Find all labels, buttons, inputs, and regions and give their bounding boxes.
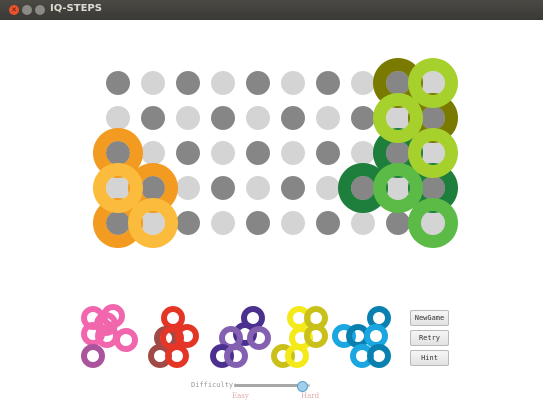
peg-hole [351,176,375,200]
peg-hole [176,71,200,95]
retry-button[interactable]: Retry [410,330,449,346]
peg-hole [421,71,445,95]
peg-hole [281,211,305,235]
peg-hole [246,106,270,130]
hint-button[interactable]: Hint [410,350,449,366]
peg-hole [106,71,130,95]
peg-hole [386,71,410,95]
tray-piece-yellow-ring[interactable] [304,324,328,348]
peg-hole [106,141,130,165]
peg-hole [246,176,270,200]
peg-hole [421,211,445,235]
peg-hole [211,141,235,165]
peg-hole [316,141,340,165]
peg-hole [141,176,165,200]
difficulty-max-label: Hard [301,392,320,400]
peg-hole [211,71,235,95]
peg-hole [141,71,165,95]
peg-hole [316,71,340,95]
peg-hole [386,106,410,130]
difficulty-slider-fill [234,384,303,387]
peg-hole [176,106,200,130]
game-board[interactable] [0,0,543,403]
peg-hole [246,141,270,165]
tray-piece-pink-ring[interactable] [114,328,138,352]
peg-hole [386,141,410,165]
peg-hole [351,71,375,95]
peg-hole [211,211,235,235]
peg-hole [351,106,375,130]
tray-piece-yellow-ring[interactable] [285,344,309,368]
peg-hole [141,106,165,130]
peg-hole [316,176,340,200]
peg-hole [386,211,410,235]
new-game-button[interactable]: NewGame [410,310,449,326]
peg-hole [141,141,165,165]
difficulty-label: Difficulty: [191,381,238,389]
peg-hole [211,106,235,130]
peg-hole [211,176,235,200]
difficulty-min-label: Easy [232,392,249,400]
peg-hole [106,106,130,130]
peg-hole [141,211,165,235]
peg-hole [281,71,305,95]
peg-hole [316,106,340,130]
peg-hole [421,106,445,130]
peg-hole [246,71,270,95]
peg-hole [351,141,375,165]
peg-hole [386,176,410,200]
tray-piece-purple-ring[interactable] [224,344,248,368]
peg-hole [176,176,200,200]
peg-hole [246,211,270,235]
peg-hole [421,141,445,165]
peg-hole [176,141,200,165]
peg-hole [421,176,445,200]
peg-hole [176,211,200,235]
peg-hole [281,176,305,200]
tray-piece-purple-ring[interactable] [247,326,271,350]
peg-hole [316,211,340,235]
peg-hole [106,176,130,200]
peg-hole [351,211,375,235]
peg-hole [106,211,130,235]
peg-hole [281,141,305,165]
tray-piece-blue-ring[interactable] [367,344,391,368]
peg-hole [281,106,305,130]
tray-piece-pink-ring[interactable] [81,344,105,368]
